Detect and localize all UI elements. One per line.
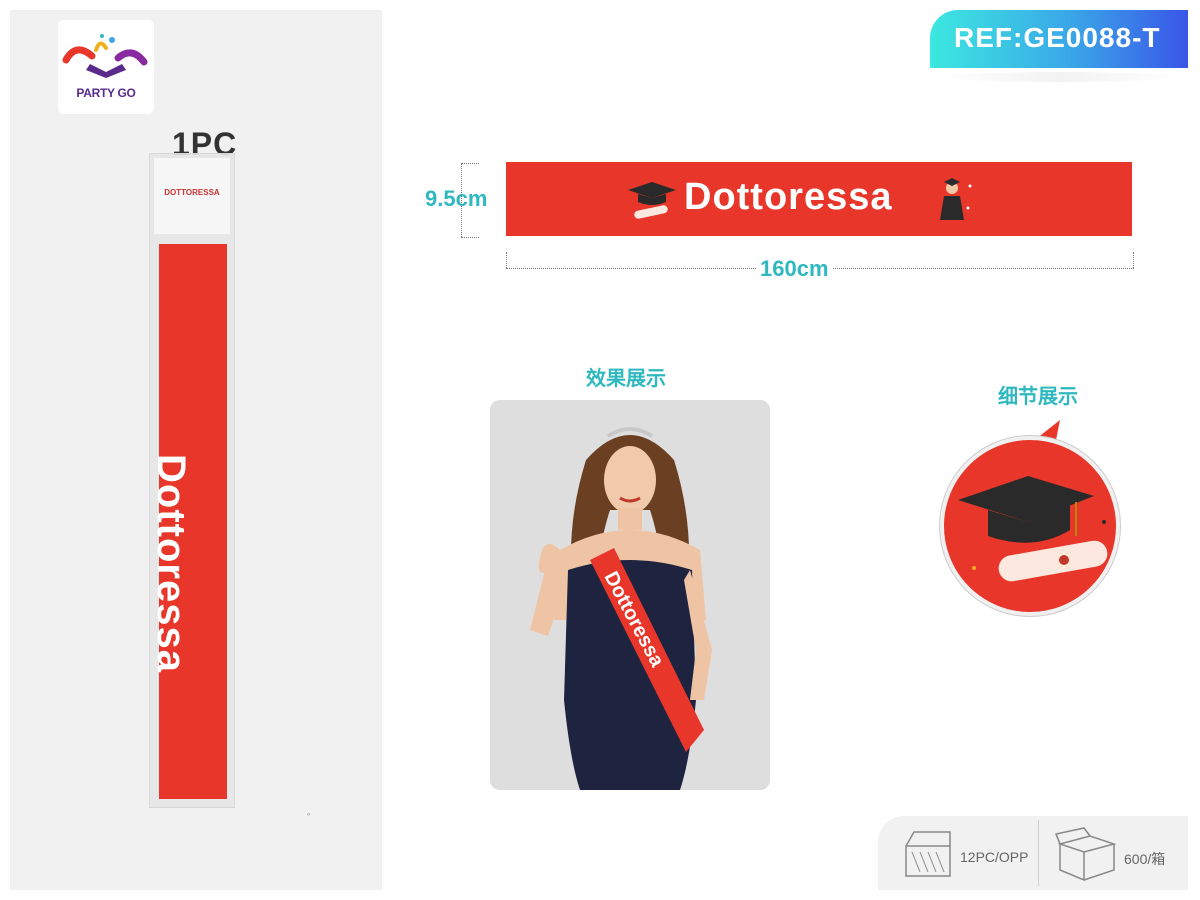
graduation-cap-icon xyxy=(628,182,676,219)
package-sash-text: Dottoressa xyxy=(149,454,193,673)
graduation-cap-detail-icon xyxy=(958,476,1108,582)
display-box-icon xyxy=(905,831,951,877)
packing-divider xyxy=(1038,820,1039,886)
reference-badge: REF:GE0088-T xyxy=(930,10,1188,68)
detail-zoom-circle xyxy=(940,436,1120,616)
length-dimension-cap-right xyxy=(1133,252,1134,268)
sash-product: Dottoressa xyxy=(506,162,1132,236)
effect-section-title: 效果展示 xyxy=(586,368,666,390)
model-illustration: Dottoressa xyxy=(490,400,770,790)
outer-packing-label: 600/箱 xyxy=(1124,851,1166,867)
logo-text: PARTY GO xyxy=(76,86,136,100)
graduate-figure-icon xyxy=(940,178,972,220)
confetti-icon xyxy=(62,34,148,78)
height-dimension-label: 9.5cm xyxy=(425,186,488,211)
footnote-mark: 。 xyxy=(307,807,317,817)
badge-shadow xyxy=(940,72,1180,82)
height-dimension-line xyxy=(461,163,462,237)
brand-logo: PARTY GO xyxy=(58,20,154,114)
sash-text: Dottoressa xyxy=(684,176,893,218)
package-header-title: DOTTORESSA xyxy=(164,188,220,197)
packaged-sash: DOTTORESSA Dottoressa xyxy=(149,153,235,808)
inner-packing-label: 12PC/OPP xyxy=(960,849,1029,865)
length-dimension-label: 160cm xyxy=(756,256,833,282)
carton-box-icon xyxy=(1054,827,1117,882)
package-sash: Dottoressa xyxy=(149,244,227,799)
reference-code: REF:GE0088-T xyxy=(954,22,1161,53)
height-dimension-cap-bottom xyxy=(461,237,479,238)
height-dimension-cap-top xyxy=(461,163,479,164)
model-photo: Dottoressa xyxy=(490,400,770,790)
package-header-card: DOTTORESSA xyxy=(154,158,230,234)
length-dimension-cap-left xyxy=(506,252,507,268)
packing-info: 12PC/OPP 600/箱 xyxy=(878,816,1188,890)
detail-section-title: 细节展示 xyxy=(998,386,1078,408)
